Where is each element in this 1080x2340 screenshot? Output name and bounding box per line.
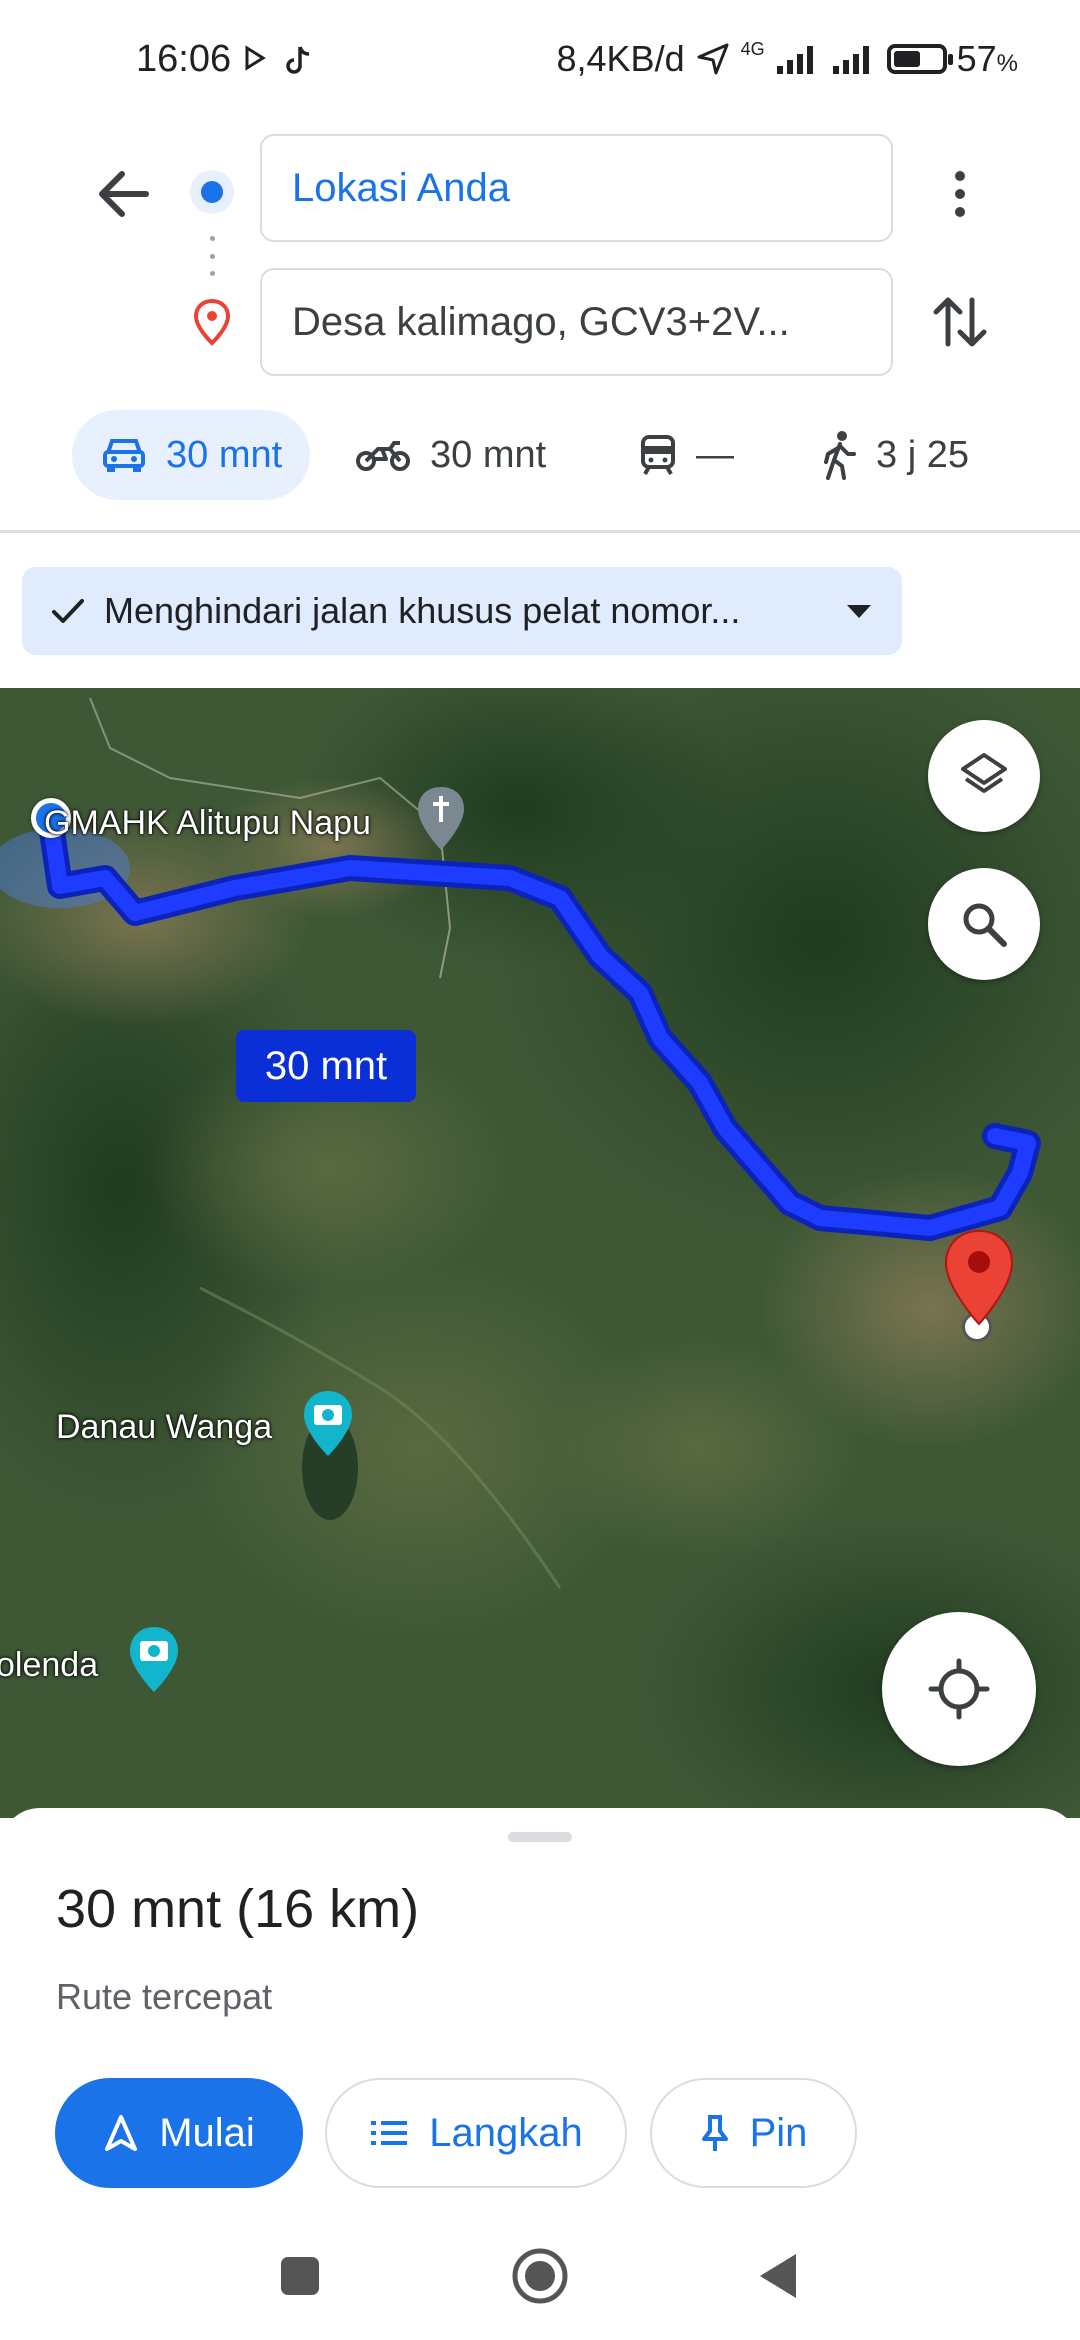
train-icon <box>641 435 675 475</box>
origin-input[interactable]: Lokasi Anda <box>260 134 893 242</box>
status-time: 16:06 <box>136 38 232 80</box>
car-icon <box>103 439 145 472</box>
place-label-church[interactable]: GMAHK Alitupu Napu <box>44 804 371 843</box>
more-options-icon[interactable] <box>935 158 985 230</box>
dropdown-arrow-icon <box>847 605 871 618</box>
battery-fill <box>893 51 920 67</box>
motorcycle-icon <box>356 441 410 471</box>
start-button-label: Mulai <box>159 2110 255 2155</box>
place-label-olenda[interactable]: olenda <box>0 1646 98 1685</box>
map-view[interactable]: GMAHK Alitupu Napu Danau Wanga olenda 30… <box>0 688 1080 1818</box>
layers-icon <box>961 753 1007 793</box>
origin-dot-icon <box>190 170 234 214</box>
play-notification-icon <box>245 45 266 71</box>
network-speed: 8,4KB/d <box>556 38 685 79</box>
church-icon[interactable] <box>414 784 468 854</box>
battery-icon <box>886 44 953 74</box>
search-icon <box>963 903 1007 947</box>
mode-motorcycle[interactable]: 30 mnt <box>356 410 546 500</box>
sheet-drag-handle[interactable] <box>508 1832 572 1842</box>
status-right: 8,4KB/d 4G 57% <box>557 38 1019 80</box>
route-summary-title: 30 mnt (16 km) <box>56 1879 420 1939</box>
start-button[interactable]: Mulai <box>55 2078 303 2188</box>
steps-button-label: Langkah <box>429 2110 583 2155</box>
route-options-chip[interactable]: Menghindari jalan khusus pelat nomor... <box>22 567 902 655</box>
location-arrow-icon <box>697 43 729 75</box>
my-location-button[interactable] <box>882 1612 1036 1766</box>
header-divider <box>0 530 1080 533</box>
check-icon <box>52 599 84 623</box>
notification-icons <box>244 44 314 76</box>
status-bar: 16:06 8,4KB/d 4G 57% <box>0 0 1080 125</box>
recent-apps-button[interactable] <box>278 2254 322 2298</box>
navigation-arrow-icon <box>105 2115 138 2151</box>
mode-transit-label: — <box>696 433 734 476</box>
system-nav-bar <box>0 2210 1080 2340</box>
back-button[interactable] <box>756 2250 800 2302</box>
battery-percent: 57% <box>956 38 1018 79</box>
pin-icon <box>701 2115 728 2151</box>
pin-button-label: Pin <box>749 2110 808 2155</box>
signal-icon-2 <box>832 46 869 74</box>
signal-icon-1 <box>776 46 813 74</box>
mode-walk-label: 3 j 25 <box>876 433 969 476</box>
list-icon <box>371 2121 408 2145</box>
back-arrow-icon[interactable] <box>88 158 160 230</box>
tiktok-icon <box>286 46 310 74</box>
mode-drive-label: 30 mnt <box>166 433 283 476</box>
camera-icon[interactable] <box>126 1624 182 1696</box>
route-eta-bubble[interactable]: 30 mnt <box>236 1030 416 1102</box>
my-location-icon <box>928 1658 990 1720</box>
network-type: 4G <box>740 38 765 59</box>
layers-button[interactable] <box>928 720 1040 832</box>
route-options-label: Menghindari jalan khusus pelat nomor... <box>104 590 741 631</box>
steps-button[interactable]: Langkah <box>325 2078 627 2188</box>
route-summary-subtitle: Rute tercepat <box>56 1976 273 2017</box>
destination-pin-icon <box>193 298 231 346</box>
swap-icon[interactable] <box>928 290 992 354</box>
destination-input[interactable]: Desa kalimago, GCV3+2V... <box>260 268 893 376</box>
mode-drive[interactable]: 30 mnt <box>72 410 311 500</box>
camera-icon[interactable] <box>300 1388 356 1460</box>
destination-marker-icon[interactable] <box>942 1228 1016 1328</box>
pin-button[interactable]: Pin <box>650 2078 857 2188</box>
home-button[interactable] <box>510 2246 570 2306</box>
walk-icon <box>824 431 856 480</box>
mode-motorcycle-label: 30 mnt <box>430 433 547 476</box>
mode-walk[interactable]: 3 j 25 <box>822 410 969 500</box>
search-along-route-button[interactable] <box>928 868 1040 980</box>
route-connector <box>208 236 216 276</box>
mode-transit[interactable]: — <box>640 410 734 500</box>
travel-modes: 30 mnt 30 mnt — 3 j 25 <box>0 410 1080 500</box>
place-label-lake[interactable]: Danau Wanga <box>56 1408 272 1447</box>
